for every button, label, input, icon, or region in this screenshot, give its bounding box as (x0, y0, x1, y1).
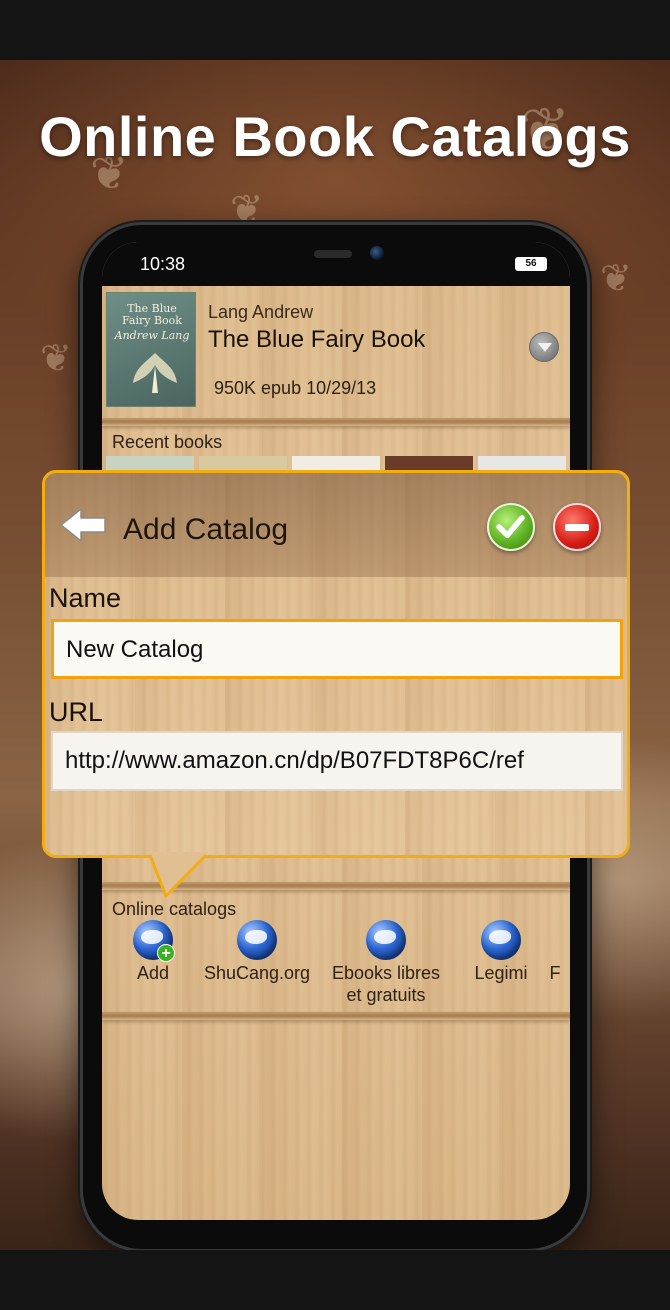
catalog-shucang[interactable]: ShuCang.org (200, 920, 314, 984)
dialog-header: Add Catalog (45, 473, 627, 577)
catalog-partial[interactable]: F (548, 920, 562, 984)
online-catalogs-label: Online catalogs (112, 899, 237, 919)
plus-icon: + (157, 944, 175, 962)
back-arrow-icon[interactable] (59, 505, 109, 545)
fairy-illustration (133, 353, 177, 393)
book-author: Lang Andrew (208, 302, 314, 322)
butterfly-decor: ❦ (40, 338, 72, 380)
shelf-divider (102, 1012, 570, 1020)
catalog-label: Legimi (474, 963, 528, 983)
catalog-label: Add (136, 963, 170, 983)
url-field[interactable]: http://www.amazon.cn/dp/B07FDT8P6C/ref (51, 731, 623, 791)
cancel-button[interactable] (553, 503, 601, 551)
book-title[interactable]: The Blue Fairy Book (208, 326, 425, 354)
catalog-legimi[interactable]: Legimi (466, 920, 536, 984)
butterfly-decor: ❦ (600, 258, 632, 300)
catalog-label: Ebooks libres (331, 963, 441, 983)
globe-icon (366, 920, 406, 960)
battery-icon: 56 (515, 257, 547, 271)
dialog-title: Add Catalog (123, 513, 289, 546)
catalog-add[interactable]: + Add (128, 920, 178, 984)
callout-tail (148, 852, 208, 898)
globe-plus-icon: + (133, 920, 175, 962)
catalog-label: et gratuits (346, 985, 426, 1005)
book-cover[interactable]: The Blue Fairy Book Andrew Lang (106, 292, 196, 407)
catalog-ebooks-libres[interactable]: Ebooks libres et gratuits (328, 920, 444, 1006)
top-letterbox (0, 0, 670, 60)
confirm-button[interactable] (487, 503, 535, 551)
earpiece-speaker (314, 250, 352, 258)
book-meta: 950K epub 10/29/13 (214, 378, 377, 398)
globe-icon (237, 920, 277, 960)
globe-icon (481, 920, 521, 960)
checkmark-icon (496, 515, 525, 538)
front-camera (370, 246, 384, 260)
cover-title: The Blue Fairy Book (122, 302, 182, 327)
promo-headline: Online Book Catalogs (39, 105, 631, 168)
display-notch (270, 242, 402, 278)
catalog-label: ShuCang.org (203, 963, 311, 983)
status-time: 10:38 (140, 254, 186, 274)
url-label: URL (49, 697, 104, 727)
add-catalog-dialog: Add Catalog Name New Catalog URL http://… (42, 470, 630, 858)
catalog-label: F (549, 963, 561, 983)
shelf-divider (102, 418, 570, 426)
name-label: Name (49, 583, 122, 613)
recent-books-label: Recent books (112, 432, 223, 452)
status-bar: 10:38 56 (102, 242, 570, 286)
chevron-down-icon[interactable] (529, 332, 559, 362)
name-field[interactable]: New Catalog (51, 619, 623, 679)
cover-author: Andrew Lang (114, 329, 190, 342)
bottom-letterbox (0, 1250, 670, 1310)
